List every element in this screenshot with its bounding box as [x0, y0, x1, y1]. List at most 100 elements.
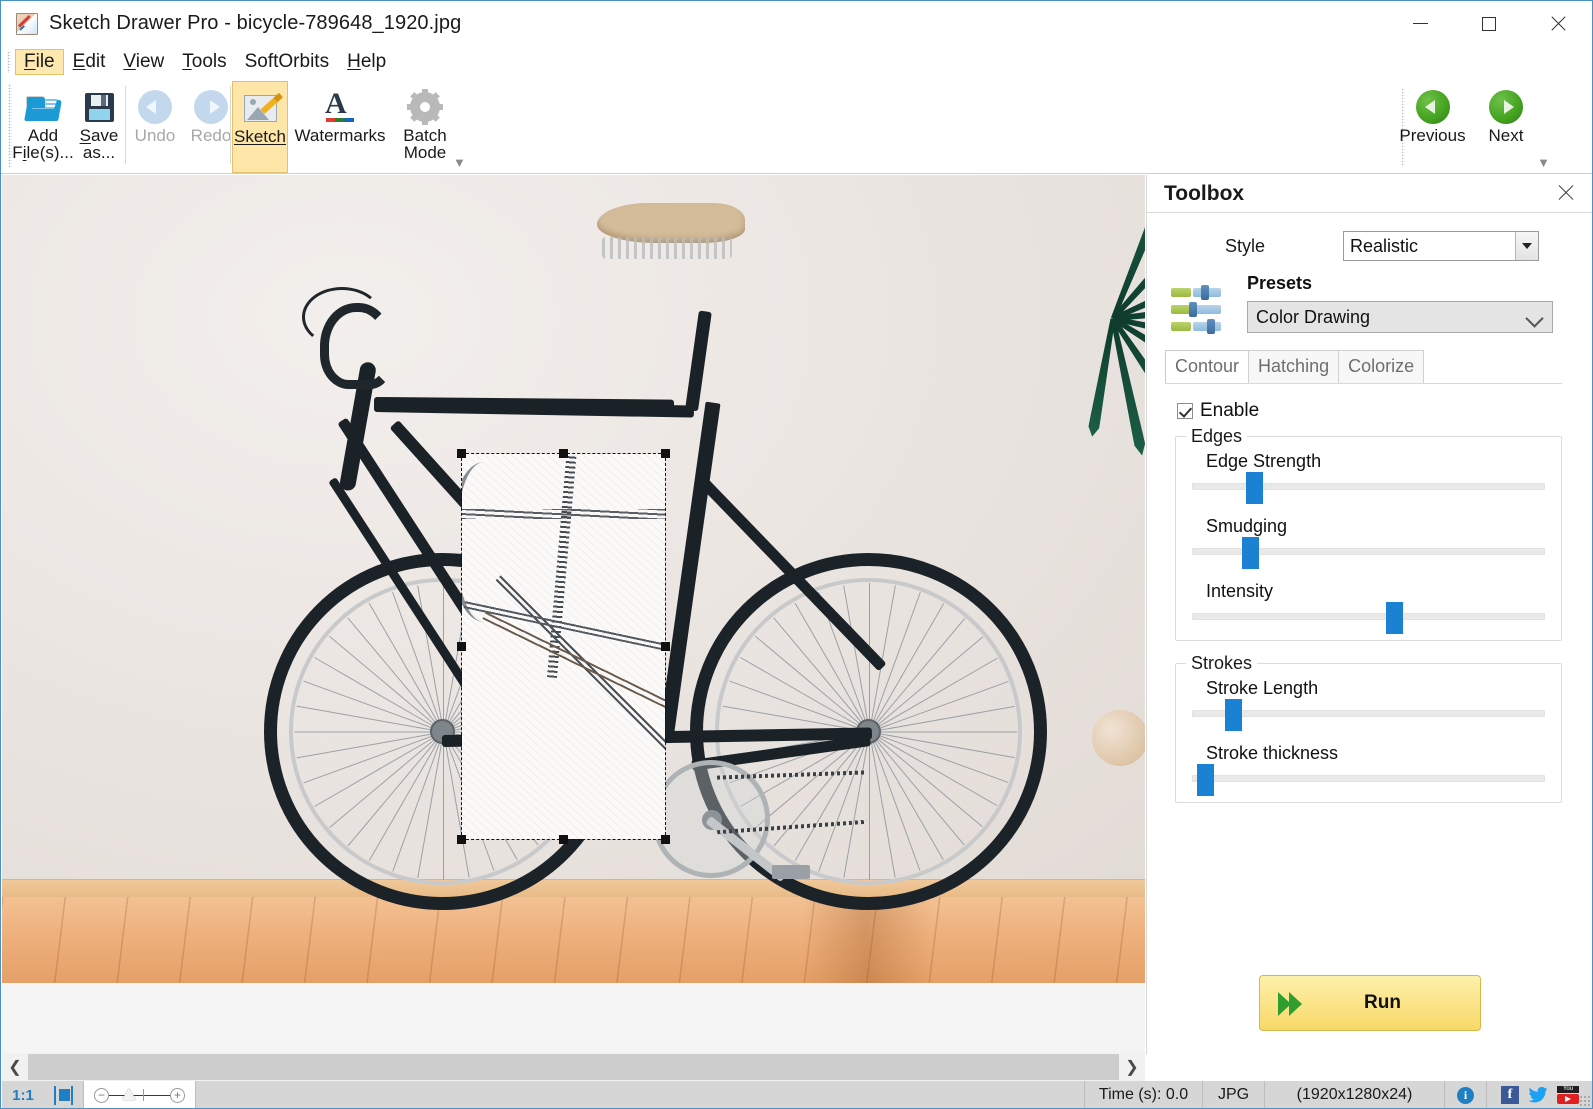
- zoom-ratio-label[interactable]: 1:1: [2, 1081, 44, 1108]
- next-image-button[interactable]: Next: [1475, 81, 1537, 171]
- preview-selection-box[interactable]: [457, 449, 670, 844]
- menu-item-tools[interactable]: Tools: [173, 49, 235, 75]
- undo-arrow-icon: [138, 88, 172, 126]
- canvas-horizontal-scrollbar[interactable]: ❮ ❯: [2, 1053, 1145, 1081]
- toolbar-expander-right[interactable]: ▼: [1537, 156, 1550, 169]
- selection-handle-nw[interactable]: [457, 449, 466, 458]
- toolbar-group-effects: Sketch A Watermarks Batch Mode: [232, 81, 458, 173]
- menu-item-help[interactable]: Help: [338, 49, 395, 75]
- toolbox-panel: Toolbox Style Realistic Presets Color Dr…: [1146, 175, 1592, 1055]
- presets-value[interactable]: Color Drawing: [1247, 301, 1553, 333]
- twitter-icon[interactable]: [1528, 1087, 1548, 1103]
- sketch-button[interactable]: Sketch: [232, 81, 288, 173]
- close-window-button[interactable]: [1524, 1, 1592, 46]
- floppy-disk-icon: [84, 88, 114, 126]
- presets-dropdown[interactable]: Color Drawing: [1247, 301, 1553, 333]
- smudging-thumb[interactable]: [1242, 537, 1260, 569]
- add-files-button[interactable]: Add File(s)...: [12, 81, 74, 171]
- toolbox-close-icon[interactable]: [1554, 181, 1578, 205]
- seat-post: [685, 310, 712, 412]
- menu-bar: File Edit View Tools SoftOrbits Help: [1, 46, 1592, 78]
- redo-arrow-icon: [194, 88, 228, 126]
- selection-handle-sw[interactable]: [457, 835, 466, 844]
- toolbox-header: Toolbox: [1147, 175, 1592, 213]
- zoom-track[interactable]: − +: [94, 1085, 185, 1105]
- run-button-area: Run: [1147, 975, 1592, 1031]
- selection-handle-n[interactable]: [559, 449, 568, 458]
- spoke: [868, 731, 870, 880]
- undo-button[interactable]: Undo: [127, 81, 183, 171]
- tab-contour[interactable]: Contour: [1165, 350, 1250, 383]
- edge-strength-thumb[interactable]: [1245, 472, 1263, 504]
- smudging-slider[interactable]: [1192, 537, 1545, 569]
- selection-handle-e[interactable]: [661, 642, 670, 651]
- intensity-slider[interactable]: [1192, 602, 1545, 634]
- facebook-icon[interactable]: f: [1501, 1086, 1519, 1104]
- scroll-left-button[interactable]: ❮: [2, 1053, 28, 1081]
- zoom-slider[interactable]: − +: [84, 1081, 196, 1108]
- tab-colorize[interactable]: Colorize: [1338, 350, 1425, 383]
- edges-group: Edges Edge Strength Smudging Intensity: [1175, 426, 1562, 641]
- toolbox-title: Toolbox: [1164, 181, 1245, 205]
- application-window: Sketch Drawer Pro - bicycle-789648_1920.…: [0, 0, 1593, 1109]
- menu-item-view[interactable]: View: [114, 49, 173, 75]
- status-bar: 1:1 − + Time (s): 0.0 JPG (1920x1280x24)…: [2, 1081, 1592, 1108]
- menu-drag-grip[interactable]: [7, 51, 11, 73]
- style-value[interactable]: Realistic: [1343, 231, 1539, 261]
- spoke: [869, 731, 1017, 732]
- enable-row[interactable]: Enable: [1177, 400, 1592, 422]
- zoom-out-button[interactable]: −: [94, 1088, 109, 1103]
- previous-arrow-icon: [1415, 88, 1450, 126]
- watermarks-button[interactable]: A Watermarks: [288, 81, 392, 171]
- tab-hatching[interactable]: Hatching: [1248, 350, 1340, 383]
- style-label: Style: [1224, 235, 1266, 256]
- selection-handle-ne[interactable]: [661, 449, 670, 458]
- toolbar-group-history: Undo Redo: [127, 81, 239, 171]
- run-arrow-icon: [1277, 992, 1312, 1016]
- stroke-length-slider[interactable]: [1192, 699, 1545, 731]
- stroke-thickness-slider[interactable]: [1192, 764, 1545, 796]
- stroke-thickness-thumb[interactable]: [1196, 764, 1214, 796]
- menu-item-file[interactable]: File: [15, 49, 64, 75]
- sketch-preview-region: [462, 454, 665, 839]
- batch-mode-button[interactable]: Batch Mode: [392, 81, 458, 171]
- resize-grip[interactable]: [1579, 1095, 1591, 1107]
- toolbar-group-navigation: Previous Next: [1390, 81, 1537, 171]
- presets-block: Presets Color Drawing: [1147, 273, 1592, 334]
- strokes-legend: Strokes: [1186, 653, 1258, 674]
- selection-handle-se[interactable]: [661, 835, 670, 844]
- scroll-thumb[interactable]: [28, 1054, 1119, 1080]
- file-format: JPG: [1203, 1081, 1265, 1108]
- previous-image-button[interactable]: Previous: [1390, 81, 1475, 171]
- canvas-padding: [2, 983, 1077, 1053]
- intensity-thumb[interactable]: [1386, 602, 1404, 634]
- style-dropdown[interactable]: Realistic: [1343, 231, 1539, 261]
- menu-item-edit[interactable]: Edit: [64, 49, 115, 75]
- run-button[interactable]: Run: [1258, 975, 1481, 1031]
- fit-to-window-button[interactable]: [44, 1081, 84, 1108]
- zoom-slider-thumb[interactable]: [122, 1088, 136, 1100]
- save-as-button[interactable]: Save as...: [71, 81, 127, 171]
- zoom-in-button[interactable]: +: [170, 1088, 185, 1103]
- minimize-icon: [1412, 23, 1428, 24]
- toolbar-expander-left[interactable]: ▼: [453, 156, 466, 169]
- window-title: Sketch Drawer Pro - bicycle-789648_1920.…: [49, 12, 462, 34]
- stroke-length-thumb[interactable]: [1224, 699, 1242, 731]
- sketch-icon: [243, 89, 283, 127]
- saddle-springs: [602, 237, 732, 259]
- minimize-button[interactable]: [1386, 1, 1454, 46]
- maximize-button[interactable]: [1455, 1, 1523, 46]
- intensity-label: Intensity: [1206, 581, 1274, 601]
- info-button[interactable]: i: [1445, 1081, 1487, 1108]
- menu-item-softorbits[interactable]: SoftOrbits: [236, 49, 338, 75]
- selection-handle-w[interactable]: [457, 642, 466, 651]
- edge-strength-slider[interactable]: [1192, 472, 1545, 504]
- scroll-right-button[interactable]: ❯: [1119, 1053, 1145, 1081]
- brake-cable: [302, 287, 382, 347]
- enable-checkbox[interactable]: [1177, 403, 1193, 419]
- zoom-tick: [143, 1089, 144, 1101]
- youtube-icon[interactable]: You: [1557, 1086, 1579, 1104]
- image-canvas[interactable]: [2, 175, 1145, 1053]
- selection-handle-s[interactable]: [559, 835, 568, 844]
- style-dropdown-button[interactable]: [1515, 232, 1538, 260]
